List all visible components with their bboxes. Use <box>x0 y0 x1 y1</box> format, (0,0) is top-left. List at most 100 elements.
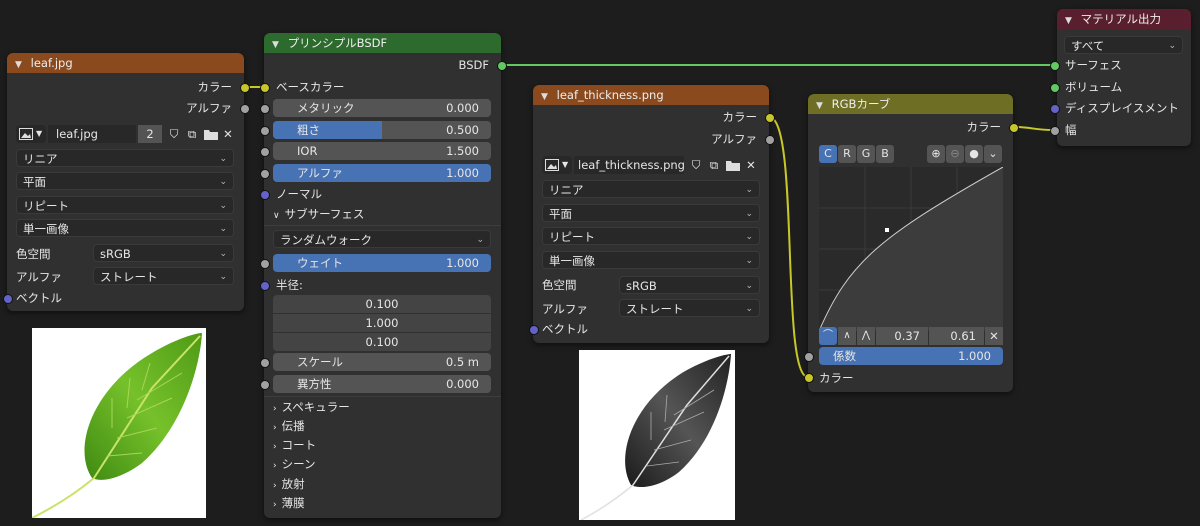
channel-g-tab[interactable]: G <box>857 145 875 163</box>
image-selector[interactable]: ▼ leaf.jpg 2 ⛉ ⧉ ✕ <box>16 125 234 145</box>
radius-y-field[interactable]: 1.000 <box>273 314 491 332</box>
image-name-field[interactable]: leaf.jpg <box>48 125 136 143</box>
socket-weight[interactable] <box>260 259 270 269</box>
node-header[interactable]: ▼ leaf.jpg <box>7 53 244 73</box>
panel-transmission[interactable]: › 伝播 <box>273 416 305 436</box>
scale-field[interactable]: スケール 0.5 m <box>273 353 491 371</box>
image-texture-node-leaf[interactable]: ▼ leaf.jpg カラー アルファ ▼ leaf.jpg 2 ⛉ ⧉ ✕ リ… <box>7 53 244 311</box>
socket-alpha[interactable] <box>260 169 270 179</box>
socket-leaf-color[interactable] <box>240 83 250 93</box>
channel-r-tab[interactable]: R <box>838 145 856 163</box>
close-icon[interactable]: ✕ <box>744 156 758 174</box>
alpha-mode-dropdown[interactable]: ストレート ⌄ <box>619 299 760 317</box>
material-output-node[interactable]: ▼ マテリアル出力 すべて ⌄ サーフェス ボリューム ディスプレイスメント 幅 <box>1057 9 1191 146</box>
socket-curve-color-input[interactable] <box>804 373 814 383</box>
socket-thickness-vector[interactable] <box>529 325 539 335</box>
socket-curve-factor[interactable] <box>804 352 814 362</box>
socket-curve-output[interactable] <box>1009 123 1019 133</box>
interpolation-dropdown[interactable]: リニア ⌄ <box>16 149 234 167</box>
chevron-down-icon[interactable]: ▼ <box>541 87 553 107</box>
socket-scale[interactable] <box>260 358 270 368</box>
socket-displacement[interactable] <box>1050 104 1060 114</box>
panel-thin-film[interactable]: › 薄膜 <box>273 493 305 513</box>
socket-thickness-color[interactable] <box>765 113 775 123</box>
shield-icon[interactable]: ⛉ <box>688 156 704 174</box>
extension-dropdown[interactable]: リピート ⌄ <box>542 227 760 245</box>
dot-icon[interactable]: ● <box>965 145 983 163</box>
chevron-down-icon[interactable]: ⌄ <box>984 145 1002 163</box>
socket-leaf-alpha[interactable] <box>240 104 250 114</box>
target-dropdown[interactable]: すべて ⌄ <box>1064 36 1183 54</box>
projection-dropdown[interactable]: 平面 ⌄ <box>16 172 234 190</box>
socket-bsdf-output[interactable] <box>497 61 507 71</box>
interpolation-dropdown[interactable]: リニア ⌄ <box>542 180 760 198</box>
node-header[interactable]: ▼ RGBカーブ <box>808 94 1013 114</box>
panel-emission[interactable]: › 放射 <box>273 474 305 494</box>
ior-field[interactable]: IOR 1.500 <box>273 142 491 160</box>
image-selector[interactable]: ▼ leaf_thickness.png ⛉ ⧉ ✕ <box>542 156 760 176</box>
image-browse-button[interactable]: ▼ <box>16 125 46 143</box>
point-y-field[interactable]: 0.61 <box>929 327 984 345</box>
source-dropdown[interactable]: 単一画像 ⌄ <box>542 251 760 269</box>
zoom-in-icon[interactable]: ⊕ <box>927 145 945 163</box>
alpha-slider[interactable]: アルファ 1.000 <box>273 164 491 182</box>
radius-z-field[interactable]: 0.100 <box>273 333 491 351</box>
close-icon[interactable]: ✕ <box>221 125 235 143</box>
duplicate-icon[interactable]: ⧉ <box>184 125 200 143</box>
node-header[interactable]: ▼ プリンシプルBSDF <box>264 33 501 53</box>
subsurface-weight-slider[interactable]: ウェイト 1.000 <box>273 254 491 272</box>
source-dropdown[interactable]: 単一画像 ⌄ <box>16 219 234 237</box>
socket-ior[interactable] <box>260 147 270 157</box>
socket-normal[interactable] <box>260 190 270 200</box>
shield-icon[interactable]: ⛉ <box>166 125 182 143</box>
chevron-down-icon[interactable]: ▼ <box>816 96 828 116</box>
factor-slider[interactable]: 係数 1.000 <box>819 347 1003 365</box>
socket-base-color[interactable] <box>260 83 270 93</box>
curve-graph[interactable] <box>819 167 1003 331</box>
anisotropy-field[interactable]: 異方性 0.000 <box>273 375 491 393</box>
image-name-field[interactable]: leaf_thickness.png <box>574 156 684 174</box>
metallic-field[interactable]: メタリック 0.000 <box>273 99 491 117</box>
zoom-out-icon[interactable]: ⊖ <box>946 145 964 163</box>
panel-subsurface[interactable]: ∨ サブサーフェス <box>273 204 364 224</box>
chevron-down-icon[interactable]: ▼ <box>272 35 284 55</box>
node-header[interactable]: ▼ マテリアル出力 <box>1057 9 1191 29</box>
chevron-down-icon[interactable]: ▼ <box>1065 11 1077 31</box>
node-header[interactable]: ▼ leaf_thickness.png <box>533 85 769 105</box>
image-texture-node-thickness[interactable]: ▼ leaf_thickness.png カラー アルファ ▼ leaf_thi… <box>533 85 769 343</box>
extension-dropdown[interactable]: リピート ⌄ <box>16 196 234 214</box>
socket-thickness-alpha[interactable] <box>765 135 775 145</box>
socket-roughness[interactable] <box>260 126 270 136</box>
roughness-slider[interactable]: 粗さ 0.500 <box>273 121 491 139</box>
socket-surface[interactable] <box>1050 61 1060 71</box>
socket-anisotropy[interactable] <box>260 380 270 390</box>
channel-c-tab[interactable]: C <box>819 145 837 163</box>
panel-coat[interactable]: › コート <box>273 435 316 455</box>
projection-dropdown[interactable]: 平面 ⌄ <box>542 204 760 222</box>
handle-free-icon[interactable]: ⋀ <box>857 327 875 345</box>
image-browse-button[interactable]: ▼ <box>542 156 572 174</box>
socket-metallic[interactable] <box>260 104 270 114</box>
colorspace-dropdown[interactable]: sRGB ⌄ <box>93 244 234 262</box>
socket-volume[interactable] <box>1050 83 1060 93</box>
panel-sheen[interactable]: › シーン <box>273 454 316 474</box>
users-count[interactable]: 2 <box>138 125 162 143</box>
rgb-curves-node[interactable]: ▼ RGBカーブ カラー C R G B ⊕ ⊖ ● ⌄ ⌒ ∧ ⋀ 0.37 … <box>808 94 1013 392</box>
folder-icon[interactable] <box>204 128 218 140</box>
point-x-field[interactable]: 0.37 <box>876 327 928 345</box>
chevron-down-icon[interactable]: ▼ <box>15 55 27 75</box>
colorspace-dropdown[interactable]: sRGB ⌄ <box>619 276 760 294</box>
principled-bsdf-node[interactable]: ▼ プリンシプルBSDF BSDF ベースカラー メタリック 0.000 粗さ 0.… <box>264 33 501 518</box>
socket-radius[interactable] <box>260 281 270 291</box>
duplicate-icon[interactable]: ⧉ <box>706 156 722 174</box>
radius-x-field[interactable]: 0.100 <box>273 295 491 313</box>
subsurface-method-dropdown[interactable]: ランダムウォーク ⌄ <box>273 230 491 248</box>
channel-b-tab[interactable]: B <box>876 145 894 163</box>
folder-icon[interactable] <box>726 159 740 171</box>
socket-leaf-vector[interactable] <box>3 294 13 304</box>
handle-vector-icon[interactable]: ∧ <box>838 327 856 345</box>
alpha-mode-dropdown[interactable]: ストレート ⌄ <box>93 267 234 285</box>
close-icon[interactable]: ✕ <box>985 327 1003 345</box>
socket-width[interactable] <box>1050 126 1060 136</box>
handle-auto-icon[interactable]: ⌒ <box>819 327 837 345</box>
